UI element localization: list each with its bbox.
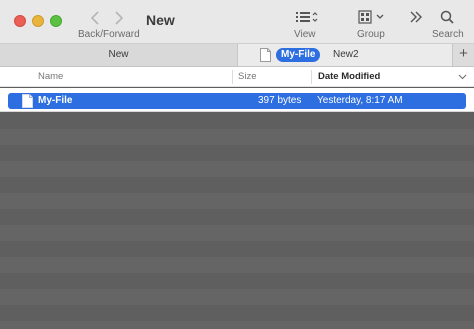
tab-new[interactable]: New — [0, 44, 237, 66]
grid-group-icon[interactable] — [358, 9, 386, 25]
close-window-button[interactable] — [14, 15, 26, 27]
column-date-header[interactable]: Date Modified — [318, 67, 380, 87]
window-title: New — [146, 12, 175, 28]
zoom-window-button[interactable] — [50, 15, 62, 27]
file-name: My-File — [38, 95, 73, 106]
file-date-modified: Yesterday, 8:17 AM — [317, 95, 403, 106]
sort-chevron-down-icon[interactable] — [458, 72, 467, 81]
tab-my-file[interactable]: My-File New2 — [237, 44, 452, 66]
search-icon[interactable] — [440, 9, 454, 25]
column-size-header[interactable]: Size — [238, 67, 256, 87]
document-icon — [22, 94, 33, 108]
chevron-right-icon[interactable] — [108, 8, 128, 28]
more-chevrons-icon[interactable] — [409, 9, 423, 25]
tab-new2[interactable]: New2 — [333, 44, 359, 66]
file-row-selected[interactable]: My-File 397 bytes Yesterday, 8:17 AM — [8, 93, 466, 109]
list-view-icon[interactable] — [294, 9, 320, 25]
column-name-header[interactable]: Name — [38, 67, 63, 87]
tab-my-file-label: My-File — [276, 48, 321, 62]
column-divider[interactable] — [311, 70, 312, 84]
column-divider[interactable] — [232, 70, 233, 84]
file-list: My-File 397 bytes Yesterday, 8:17 AM — [0, 88, 474, 112]
back-forward-label: Back/Forward — [78, 29, 140, 40]
group-label: Group — [357, 29, 385, 40]
document-icon — [260, 48, 271, 62]
finder-window: Back/Forward New View Group Search New M… — [0, 0, 474, 329]
chevron-left-icon[interactable] — [86, 8, 106, 28]
file-size: 397 bytes — [258, 95, 302, 106]
column-header: Name Size Date Modified — [0, 67, 474, 87]
new-tab-button[interactable]: + — [452, 44, 474, 66]
view-label: View — [294, 29, 316, 40]
empty-list-area — [0, 113, 474, 329]
tab-bar: New My-File New2 + — [0, 44, 474, 67]
minimize-window-button[interactable] — [32, 15, 44, 27]
toolbar: Back/Forward New View Group Search — [0, 0, 474, 44]
search-label: Search — [432, 29, 464, 40]
